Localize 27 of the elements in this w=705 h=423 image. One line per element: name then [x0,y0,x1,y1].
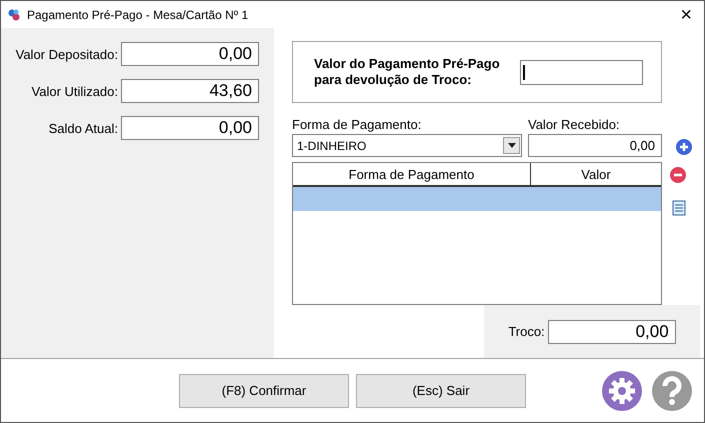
column-header[interactable]: Forma de Pagamento [293,163,531,185]
document-list-icon[interactable] [670,200,686,216]
value-field[interactable]: 0,00 [121,42,259,66]
column-header[interactable]: Valor [531,163,661,185]
change-field[interactable]: 0,00 [548,320,676,344]
settings-icon[interactable] [602,370,642,410]
add-icon[interactable] [676,139,692,155]
field-label: Valor Depositado: [16,46,118,62]
value-field[interactable]: 0,00 [121,116,259,140]
received-field[interactable]: 0,00 [528,134,662,157]
value-field[interactable]: 43,60 [121,79,259,103]
help-icon[interactable] [652,370,692,410]
payment-method-dropdown[interactable]: 1-DINHEIRO [292,134,522,157]
remove-icon[interactable] [670,167,686,183]
prepaid-label: Valor do Pagamento Pré-Pago para devolução de Troco: [314,56,501,88]
field-label: Saldo Atual: [48,120,118,136]
confirm-button[interactable]: (F8) Confirmar [179,374,349,408]
field-label: Valor Recebido: [528,117,621,132]
app-logo-icon [7,8,21,22]
close-button[interactable]: × [674,4,698,24]
field-label: Valor Utilizado: [32,84,118,98]
field-label: Forma de Pagamento: [292,117,422,132]
caret-icon [508,143,516,148]
prepaid-input-field[interactable] [520,60,643,84]
window-title: Pagamento Pré-Pago - Mesa/Cartão Nº 1 [27,8,250,22]
exit-button[interactable]: (Esc) Sair [356,374,526,408]
change-label: Troco: [508,324,545,339]
